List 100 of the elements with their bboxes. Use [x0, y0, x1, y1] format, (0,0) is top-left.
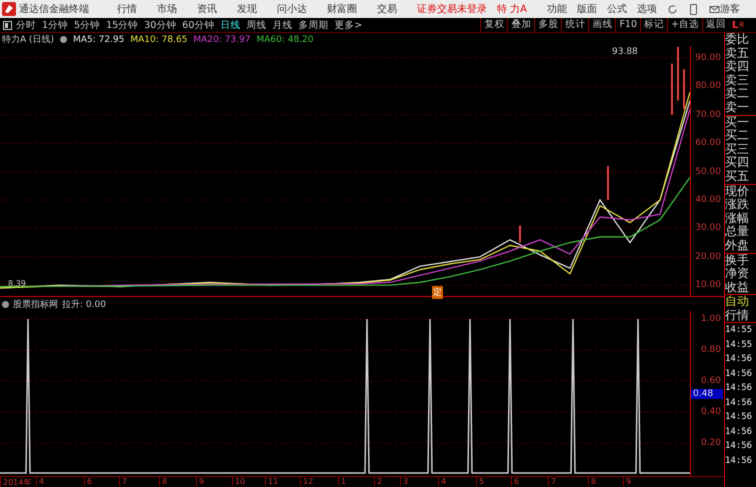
toolbar-button[interactable]: 画线: [588, 18, 616, 32]
quote-label: 买一: [725, 114, 756, 130]
quote-label: 买四: [725, 156, 750, 170]
quote-label: 买三: [725, 142, 750, 156]
stock-name: 特 力A: [497, 2, 528, 16]
trade-time: 14:56: [725, 411, 754, 424]
menu-item[interactable]: 市场: [157, 2, 177, 16]
axis-label: 80.00: [695, 81, 721, 92]
date-label: 4: [438, 477, 446, 486]
period-tab[interactable]: 日线: [220, 18, 240, 32]
axis-label: 30.00: [695, 223, 721, 234]
menu-item[interactable]: 版面: [577, 2, 598, 16]
circle-icon[interactable]: [60, 36, 68, 43]
axis-label: 90.00: [695, 52, 721, 63]
axis-label: 10.00: [695, 280, 721, 290]
indicator-title: 股票指标网: [13, 298, 58, 310]
quote-mode-label: 行情: [725, 308, 750, 322]
date-label: 6: [84, 477, 92, 486]
date-label: 8: [588, 477, 596, 486]
app-name: 通达信金融终端: [19, 2, 89, 16]
ma-name: MA60: [256, 34, 282, 44]
menu-item[interactable]: 行情: [117, 2, 137, 16]
date-label: 3: [400, 477, 408, 486]
corner-label: L: [732, 20, 738, 30]
trade-time: 14:56: [725, 353, 754, 366]
ma-name: MA20: [193, 34, 219, 44]
circle-icon[interactable]: [2, 300, 9, 308]
axis-label: 50.00: [695, 166, 721, 177]
period-tab[interactable]: 15分钟: [106, 18, 138, 32]
cursor-value: 0.48: [691, 389, 723, 399]
user-label[interactable]: 游客: [720, 2, 740, 16]
trade-time: 14:55: [725, 322, 756, 338]
quote-label: 涨幅: [725, 212, 750, 225]
date-label: 5: [476, 477, 484, 486]
quote-label: 买二: [725, 129, 750, 143]
login-status[interactable]: 证券交易未登录: [417, 2, 487, 16]
menu-item[interactable]: 资讯: [197, 2, 217, 16]
refresh-icon[interactable]: [667, 4, 678, 14]
toolbar-button[interactable]: 标记: [640, 18, 668, 32]
app-logo-icon: [2, 2, 16, 16]
menu-item[interactable]: 问小达: [277, 2, 307, 16]
ma-name: MA10: [130, 34, 156, 44]
menu-item[interactable]: 选项: [637, 2, 658, 16]
quote-label: 总量: [725, 225, 750, 239]
date-label: 9: [623, 477, 632, 486]
period-tab[interactable]: 周线: [246, 18, 266, 32]
menu-item[interactable]: 发现: [237, 2, 257, 16]
period-tab[interactable]: 分时: [16, 18, 36, 32]
high-price-label: 93.88: [612, 47, 638, 57]
date-label: 1: [338, 477, 346, 486]
toolbar-button[interactable]: F10: [615, 18, 640, 32]
quote-label: 涨跌: [725, 198, 750, 212]
axis-label: 0.60: [700, 376, 721, 386]
square-icon[interactable]: [3, 20, 12, 30]
axis-label: 20.00: [695, 252, 721, 262]
trade-time: 14:56: [725, 454, 754, 468]
ma-value: : 72.95: [92, 34, 124, 44]
mail-icon[interactable]: [709, 4, 720, 14]
menu-item[interactable]: 公式: [607, 2, 628, 16]
toolbar-button[interactable]: 多股: [534, 18, 562, 32]
date-label: 11: [265, 477, 278, 486]
toolbar-button[interactable]: 返回: [702, 18, 729, 32]
trade-time: 14:55: [725, 338, 754, 352]
toolbar-button[interactable]: +自选: [667, 18, 702, 32]
quote-label: 委比: [725, 33, 750, 47]
quote-label: 卖四: [725, 60, 750, 74]
trade-time: 14:56: [725, 396, 754, 410]
trade-time: 14:56: [725, 368, 754, 381]
menu-item[interactable]: 功能: [547, 2, 568, 16]
marker-label: 定: [432, 286, 443, 299]
axis-label: 40.00: [695, 194, 721, 205]
ma-name: MA5: [73, 34, 93, 44]
axis-label: 1.00: [700, 314, 721, 324]
trade-time: 14:56: [725, 382, 754, 396]
trade-time: 14:56: [725, 426, 754, 439]
toolbar-button[interactable]: 叠加: [507, 18, 534, 32]
quote-label: 卖二: [725, 87, 750, 101]
period-tab[interactable]: 多周期: [298, 18, 328, 32]
period-tab[interactable]: 1分钟: [42, 18, 68, 32]
period-tab[interactable]: 更多>: [334, 18, 362, 32]
toolbar-button[interactable]: 复权: [480, 18, 508, 32]
period-tab[interactable]: 60分钟: [182, 18, 214, 32]
axis-label: 0.20: [700, 438, 721, 448]
menu-item[interactable]: 交易: [377, 2, 397, 16]
axis-label: 0.40: [700, 407, 721, 417]
quote-label: 收益: [725, 280, 750, 294]
quote-mode-label: 自动: [725, 294, 756, 309]
ma-value: : 73.97: [218, 34, 250, 44]
period-tab[interactable]: 30分钟: [144, 18, 176, 32]
menu-item[interactable]: 财富圈: [327, 2, 357, 16]
period-tab[interactable]: 5分钟: [74, 18, 100, 32]
phone-icon[interactable]: [688, 4, 700, 14]
indicator-reading: 拉升: 0.00: [62, 298, 106, 310]
toolbar-button[interactable]: 统计: [561, 18, 588, 32]
chart-title: 特力A (日线): [2, 34, 54, 46]
axis-label: 0.80: [700, 345, 721, 355]
date-label: 2: [374, 477, 382, 486]
date-label: 12: [300, 477, 314, 486]
quote-label: 买五: [725, 170, 750, 184]
period-tab[interactable]: 月线: [272, 18, 292, 32]
